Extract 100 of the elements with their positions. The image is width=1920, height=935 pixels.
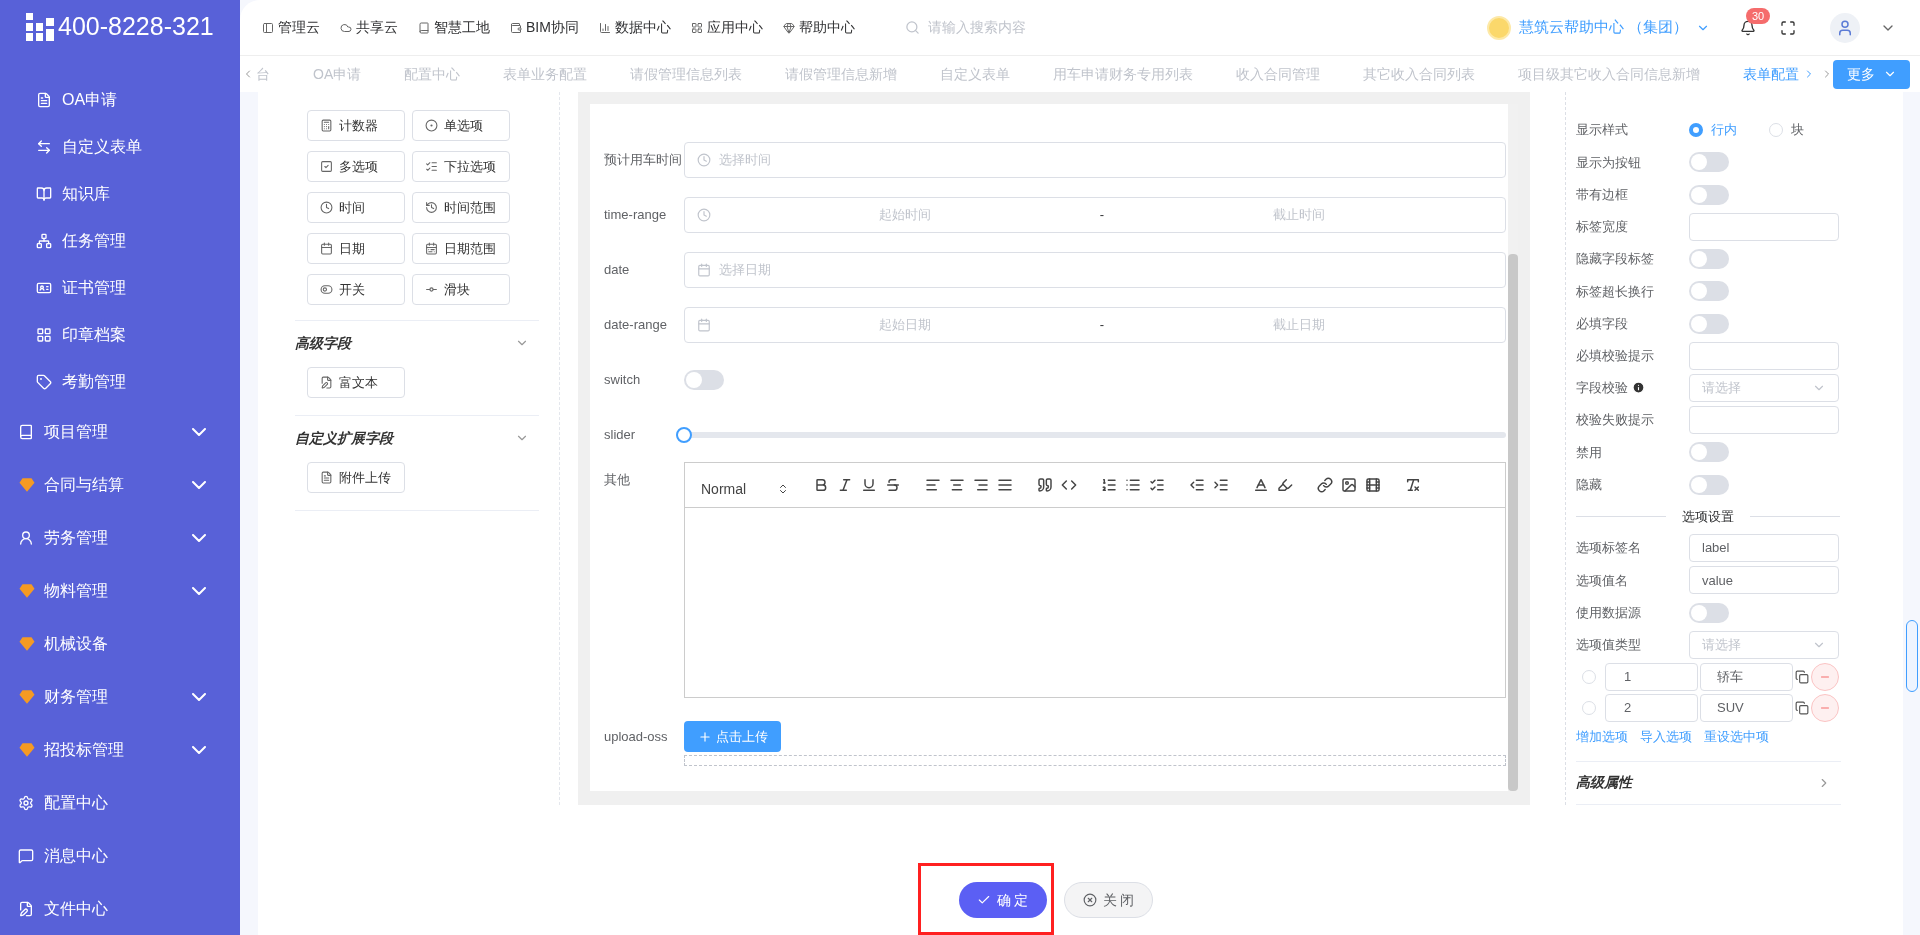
nav-link[interactable]: 数据中心 bbox=[598, 17, 671, 38]
code-icon[interactable] bbox=[1061, 477, 1077, 493]
input-field[interactable] bbox=[1689, 341, 1839, 370]
indent-icon[interactable] bbox=[1213, 477, 1229, 493]
bar-chart-icon bbox=[598, 21, 611, 34]
sidebar-item[interactable]: 自定义表单 bbox=[0, 123, 240, 170]
bold-icon[interactable] bbox=[813, 477, 829, 493]
text-color-icon[interactable] bbox=[1253, 477, 1269, 493]
nav-link[interactable]: 帮助中心 bbox=[782, 17, 855, 38]
copy-icon[interactable] bbox=[1795, 700, 1809, 715]
sidebar-item[interactable]: 物料管理 bbox=[0, 564, 240, 617]
close-button[interactable]: 关 闭 bbox=[1063, 882, 1154, 918]
slider-track[interactable] bbox=[676, 426, 1506, 443]
sidebar-item[interactable]: 配置中心 bbox=[0, 776, 240, 829]
option-link[interactable]: 增加选项 bbox=[1576, 727, 1628, 747]
sidebar-item[interactable]: 招投标管理 bbox=[0, 723, 240, 776]
widget-button[interactable]: 滑块 bbox=[412, 274, 510, 305]
video-icon[interactable] bbox=[1365, 477, 1381, 493]
chevron-icon bbox=[192, 692, 206, 701]
nav-link[interactable]: 应用中心 bbox=[690, 17, 763, 38]
sidebar-item[interactable]: 考勤管理 bbox=[0, 358, 240, 405]
align-justify-icon[interactable] bbox=[997, 477, 1013, 493]
widget-button[interactable]: 时间 bbox=[307, 192, 405, 223]
widget-button[interactable]: 多选项 bbox=[307, 151, 405, 182]
toggle-switch[interactable] bbox=[1689, 152, 1729, 173]
toggle-switch[interactable] bbox=[1689, 442, 1729, 463]
input-field[interactable]: label bbox=[1689, 534, 1839, 563]
toggle-switch[interactable] bbox=[1689, 281, 1729, 302]
input-field[interactable] bbox=[1689, 406, 1839, 435]
sidebar-item[interactable]: 合同与结算 bbox=[0, 458, 240, 511]
toggle-switch[interactable] bbox=[1689, 249, 1729, 270]
org-name[interactable]: 慧筑云帮助中心 （集团） bbox=[1518, 16, 1688, 39]
sidebar-item[interactable]: 消息中心 bbox=[0, 829, 240, 882]
input-field[interactable]: 2 bbox=[1605, 693, 1698, 722]
clear-format-icon[interactable] bbox=[1405, 477, 1421, 493]
option-link[interactable]: 重设选中项 bbox=[1704, 727, 1769, 747]
sidebar-item[interactable]: 任务管理 bbox=[0, 217, 240, 264]
widget-button[interactable]: 日期 bbox=[307, 233, 405, 264]
toggle-switch[interactable] bbox=[1689, 184, 1729, 205]
chevron-icon bbox=[192, 480, 206, 489]
checklist-icon[interactable] bbox=[1149, 477, 1165, 493]
input-field[interactable]: 1 bbox=[1605, 662, 1698, 691]
highlight-icon[interactable] bbox=[1277, 477, 1293, 493]
more-button[interactable]: 更多 bbox=[1833, 59, 1910, 89]
sidebar-item[interactable]: 财务管理 bbox=[0, 670, 240, 723]
align-left-icon[interactable] bbox=[925, 477, 941, 493]
slider-handle[interactable] bbox=[676, 426, 692, 443]
toggle-switch[interactable] bbox=[1689, 602, 1729, 623]
align-right-icon[interactable] bbox=[973, 477, 989, 493]
widget-button[interactable]: 富文本 bbox=[307, 367, 405, 398]
radio-button[interactable] bbox=[1689, 123, 1703, 138]
heading-select[interactable]: Normal bbox=[701, 470, 789, 500]
ordered-list-icon[interactable] bbox=[1101, 477, 1117, 493]
nav-link[interactable]: 管理云 bbox=[262, 17, 320, 38]
range-field[interactable]: 起始日期 - 截止日期 bbox=[684, 306, 1506, 343]
input-field[interactable]: 轿车 bbox=[1700, 662, 1793, 691]
toggle-switch[interactable] bbox=[1689, 474, 1729, 495]
tab[interactable]: 表单配置 bbox=[1743, 63, 1816, 85]
input-field[interactable]: value bbox=[1689, 566, 1839, 595]
sidebar-item[interactable]: 印章档案 bbox=[0, 311, 240, 358]
sidebar-item[interactable]: 劳务管理 bbox=[0, 511, 240, 564]
input-field[interactable] bbox=[1689, 212, 1839, 241]
toggle-switch[interactable] bbox=[1689, 313, 1729, 334]
widget-button[interactable]: 时间范围 bbox=[412, 192, 510, 223]
outdent-icon[interactable] bbox=[1189, 477, 1205, 493]
toggle-switch[interactable] bbox=[684, 369, 724, 390]
option-link[interactable]: 导入选项 bbox=[1640, 727, 1692, 747]
sidebar-item[interactable]: 知识库 bbox=[0, 170, 240, 217]
sidebar-item[interactable]: OA申请 bbox=[0, 76, 240, 123]
underline-icon[interactable] bbox=[861, 477, 877, 493]
sidebar-item[interactable]: 机械设备 bbox=[0, 617, 240, 670]
bullet-list-icon[interactable] bbox=[1125, 477, 1141, 493]
range-field[interactable]: 起始时间 - 截止时间 bbox=[684, 196, 1506, 233]
avatar[interactable] bbox=[1830, 12, 1860, 43]
link-icon[interactable] bbox=[1317, 477, 1333, 493]
confirm-button[interactable]: 确 定 bbox=[958, 882, 1047, 918]
bell-icon[interactable] bbox=[1740, 19, 1756, 36]
input-field[interactable]: SUV bbox=[1700, 693, 1793, 722]
sidebar-item[interactable]: 文件中心 bbox=[0, 882, 240, 935]
widget-button[interactable]: 计数器 bbox=[307, 110, 405, 141]
widget-button[interactable]: 日期范围 bbox=[412, 233, 510, 264]
widget-button[interactable]: 开关 bbox=[307, 274, 405, 305]
widget-button[interactable]: 下拉选项 bbox=[412, 151, 510, 182]
nav-link[interactable]: 智慧工地 bbox=[418, 17, 490, 38]
fullscreen-icon[interactable] bbox=[1780, 19, 1796, 36]
widget-button[interactable]: 附件上传 bbox=[307, 462, 405, 493]
copy-icon[interactable] bbox=[1795, 669, 1809, 684]
nav-link[interactable]: 共享云 bbox=[340, 17, 398, 38]
sidebar-item[interactable]: 证书管理 bbox=[0, 264, 240, 311]
page-scrollbar[interactable] bbox=[1906, 620, 1918, 692]
align-center-icon[interactable] bbox=[949, 477, 965, 493]
widget-button[interactable]: 单选项 bbox=[412, 110, 510, 141]
quote-icon[interactable] bbox=[1037, 477, 1053, 493]
sidebar-item[interactable]: 项目管理 bbox=[0, 405, 240, 458]
strikethrough-icon[interactable] bbox=[885, 477, 901, 493]
wallet-icon bbox=[510, 21, 522, 34]
nav-link[interactable]: BIM协同 bbox=[510, 17, 579, 38]
image-icon[interactable] bbox=[1341, 477, 1357, 493]
upload-button[interactable]: 点击上传 bbox=[684, 721, 781, 752]
italic-icon[interactable] bbox=[837, 477, 853, 493]
